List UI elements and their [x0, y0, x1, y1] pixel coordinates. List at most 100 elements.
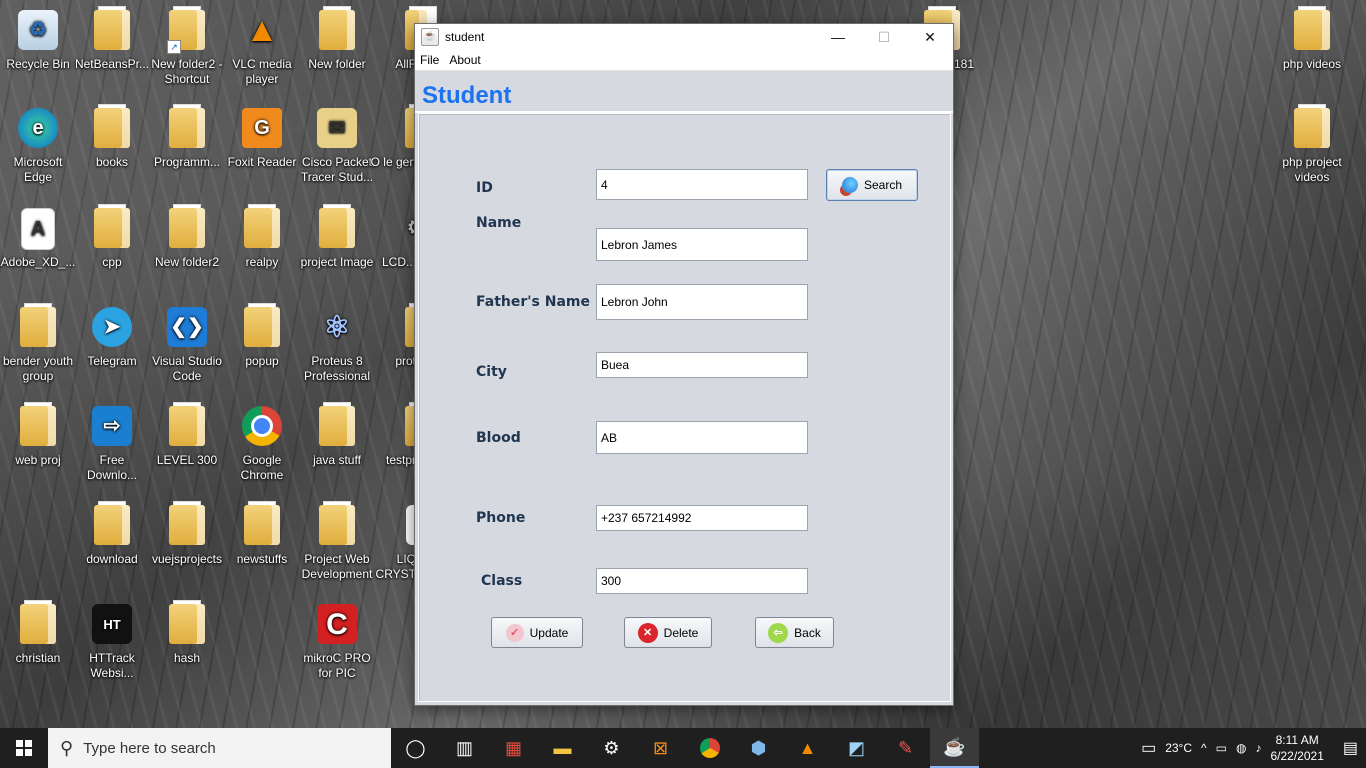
desktop-icon-php-project-videos[interactable]: php project videos: [1274, 104, 1350, 185]
desktop-icon-lcd[interactable]: ⚙ LCD...: [366, 206, 425, 270]
desktop-icon-edge[interactable]: e Microsoft Edge: [0, 106, 76, 185]
search-icon: ⚲: [60, 737, 74, 758]
desktop-icon-adobe-xd[interactable]: A Adobe_XD_...: [0, 206, 76, 270]
phone-label: Phone: [476, 510, 526, 526]
folder-icon: [319, 204, 355, 248]
desktop-icon-level300[interactable]: LEVEL 300: [149, 402, 225, 468]
search-button-label: Search: [863, 178, 903, 192]
desktop-icon-vlc[interactable]: ▲ VLC media player: [224, 8, 300, 87]
weather-temperature[interactable]: 23°C: [1165, 741, 1192, 755]
desktop-icon-free-download[interactable]: ⇨ Free Downlo...: [74, 404, 150, 483]
menu-file[interactable]: File: [415, 53, 444, 67]
desktop-icon-testpr[interactable]: testpr: [366, 402, 437, 468]
file-explorer-icon[interactable]: ▬: [538, 728, 587, 768]
title-bar[interactable]: ☕ student — ☐ ✕: [415, 24, 953, 50]
back-button-label: Back: [794, 625, 821, 640]
maximize-button[interactable]: ☐: [861, 24, 907, 50]
cortana-icon[interactable]: ◯: [391, 728, 440, 768]
proteus-icon: ⚛: [323, 310, 351, 344]
folder-icon: [244, 303, 280, 347]
menu-about[interactable]: About: [444, 53, 485, 67]
virtualbox-icon[interactable]: ⬢: [734, 728, 783, 768]
desktop-icon-recycle-bin[interactable]: ♻ Recycle Bin: [0, 8, 76, 72]
desktop-icon-prot[interactable]: prot: [366, 303, 437, 369]
java-taskbar-icon[interactable]: ☕: [930, 728, 979, 768]
back-button[interactable]: ⇦ Back: [755, 617, 834, 648]
close-button[interactable]: ✕: [907, 24, 953, 50]
chrome-taskbar-icon[interactable]: [685, 728, 734, 768]
desktop-icon-telegram[interactable]: ➤ Telegram: [74, 305, 150, 369]
java-app-icon: ☕: [421, 28, 439, 46]
desktop-icon-cpp[interactable]: cpp: [74, 204, 150, 270]
folder-icon: [169, 600, 205, 644]
taskbar-search[interactable]: ⚲ Type here to search: [48, 728, 391, 768]
desktop-icon-newstuffs[interactable]: newstuffs: [224, 501, 300, 567]
desktop-icon-foxit[interactable]: G Foxit Reader: [224, 106, 300, 170]
class-field[interactable]: 300: [596, 568, 808, 594]
phone-field[interactable]: +237 657214992: [596, 505, 808, 531]
id-field[interactable]: 4: [596, 169, 808, 200]
notifications-icon[interactable]: ▤: [1343, 738, 1358, 758]
city-field[interactable]: Buea: [596, 352, 808, 378]
minimize-button[interactable]: —: [815, 24, 861, 50]
delete-button[interactable]: ✕ Delete: [624, 617, 712, 648]
desktop-icon-vscode[interactable]: ❮❯ Visual Studio Code: [149, 305, 225, 384]
name-field[interactable]: Lebron James: [596, 228, 808, 261]
desktop-icon-allf[interactable]: AllF: [366, 6, 437, 72]
blood-label: Blood: [476, 430, 521, 446]
start-button[interactable]: [0, 728, 48, 768]
blood-field[interactable]: AB: [596, 421, 808, 454]
desktop-icon-programm[interactable]: Programm...: [149, 104, 225, 170]
desktop-icon-hash[interactable]: hash: [149, 600, 225, 666]
desktop-icon-java-stuff[interactable]: java stuff: [299, 402, 375, 468]
editor-icon[interactable]: ◩: [832, 728, 881, 768]
desktop-icon-proteus[interactable]: ⚛ Proteus 8 Professional: [299, 305, 375, 384]
update-button-label: Update: [529, 625, 569, 640]
store-icon[interactable]: ▦: [489, 728, 538, 768]
city-label: City: [476, 364, 507, 380]
desktop-icon-vuejsprojects[interactable]: vuejsprojects: [149, 501, 225, 567]
search-button[interactable]: Search: [826, 169, 918, 201]
network-icon[interactable]: ◍: [1236, 741, 1246, 755]
desktop-icon-netbeans[interactable]: NetBeansPr...: [74, 6, 150, 72]
class-label: Class: [481, 573, 523, 589]
desktop-icon-new-folder2-shortcut[interactable]: ↗ New folder2 - Shortcut: [149, 6, 225, 87]
news-widget-icon[interactable]: ▭: [1141, 738, 1156, 758]
desktop-icon-realpy[interactable]: realpy: [224, 204, 300, 270]
desktop-icon-popup[interactable]: popup: [224, 303, 300, 369]
windows-logo-icon: [16, 740, 32, 756]
desktop-icon-php-videos[interactable]: php videos: [1274, 6, 1350, 72]
paint-icon[interactable]: ✎: [881, 728, 930, 768]
update-button[interactable]: ✓ Update: [491, 617, 583, 648]
desktop-icon-mikroc[interactable]: C mikroC PRO for PIC: [299, 602, 375, 681]
desktop-icon-books[interactable]: books: [74, 104, 150, 170]
desktop-icon-web-proj[interactable]: web proj: [0, 402, 76, 468]
vlc-taskbar-icon[interactable]: ▲: [783, 728, 832, 768]
folder-icon: [94, 501, 130, 545]
desktop-icon-httrack[interactable]: HT HTTrack Websi...: [74, 602, 150, 681]
httrack-icon: HT: [92, 604, 132, 644]
desktop-icon-new-folder[interactable]: New folder: [299, 6, 375, 72]
desktop-icon-liq-cryst[interactable]: LIQ CRYST: [366, 503, 426, 582]
volume-icon[interactable]: ♪: [1255, 741, 1261, 755]
task-view-icon[interactable]: ▥: [440, 728, 489, 768]
clock[interactable]: 8:11 AM 6/22/2021: [1270, 732, 1323, 764]
desktop-icon-download[interactable]: download: [74, 501, 150, 567]
desktop-icon-project-web[interactable]: Project Web Development: [299, 501, 375, 582]
folder-icon: [94, 6, 130, 50]
vscode-icon: ❮❯: [167, 307, 207, 347]
battery-icon[interactable]: ▭: [1216, 741, 1227, 755]
desktop-icon-chrome[interactable]: Google Chrome: [224, 404, 300, 483]
desktop-icon-project-image[interactable]: project Image: [299, 204, 375, 270]
desktop-icon-bender[interactable]: bender youth group: [0, 303, 76, 384]
desktop-icon-o-le-gen[interactable]: O le gen: [366, 104, 437, 170]
xampp-icon[interactable]: ⊠: [636, 728, 685, 768]
desktop-icon-christian[interactable]: christian: [0, 600, 76, 666]
telegram-icon: ➤: [92, 307, 132, 347]
settings-gear-icon[interactable]: ⚙: [587, 728, 636, 768]
chevron-up-icon[interactable]: ^: [1201, 741, 1207, 755]
desktop-icon-packet-tracer[interactable]: ✉ Cisco Packet Tracer Stud...: [299, 106, 375, 185]
folder-icon: [1294, 6, 1330, 50]
father-name-field[interactable]: Lebron John: [596, 284, 808, 320]
desktop-icon-new-folder2[interactable]: New folder2: [149, 204, 225, 270]
